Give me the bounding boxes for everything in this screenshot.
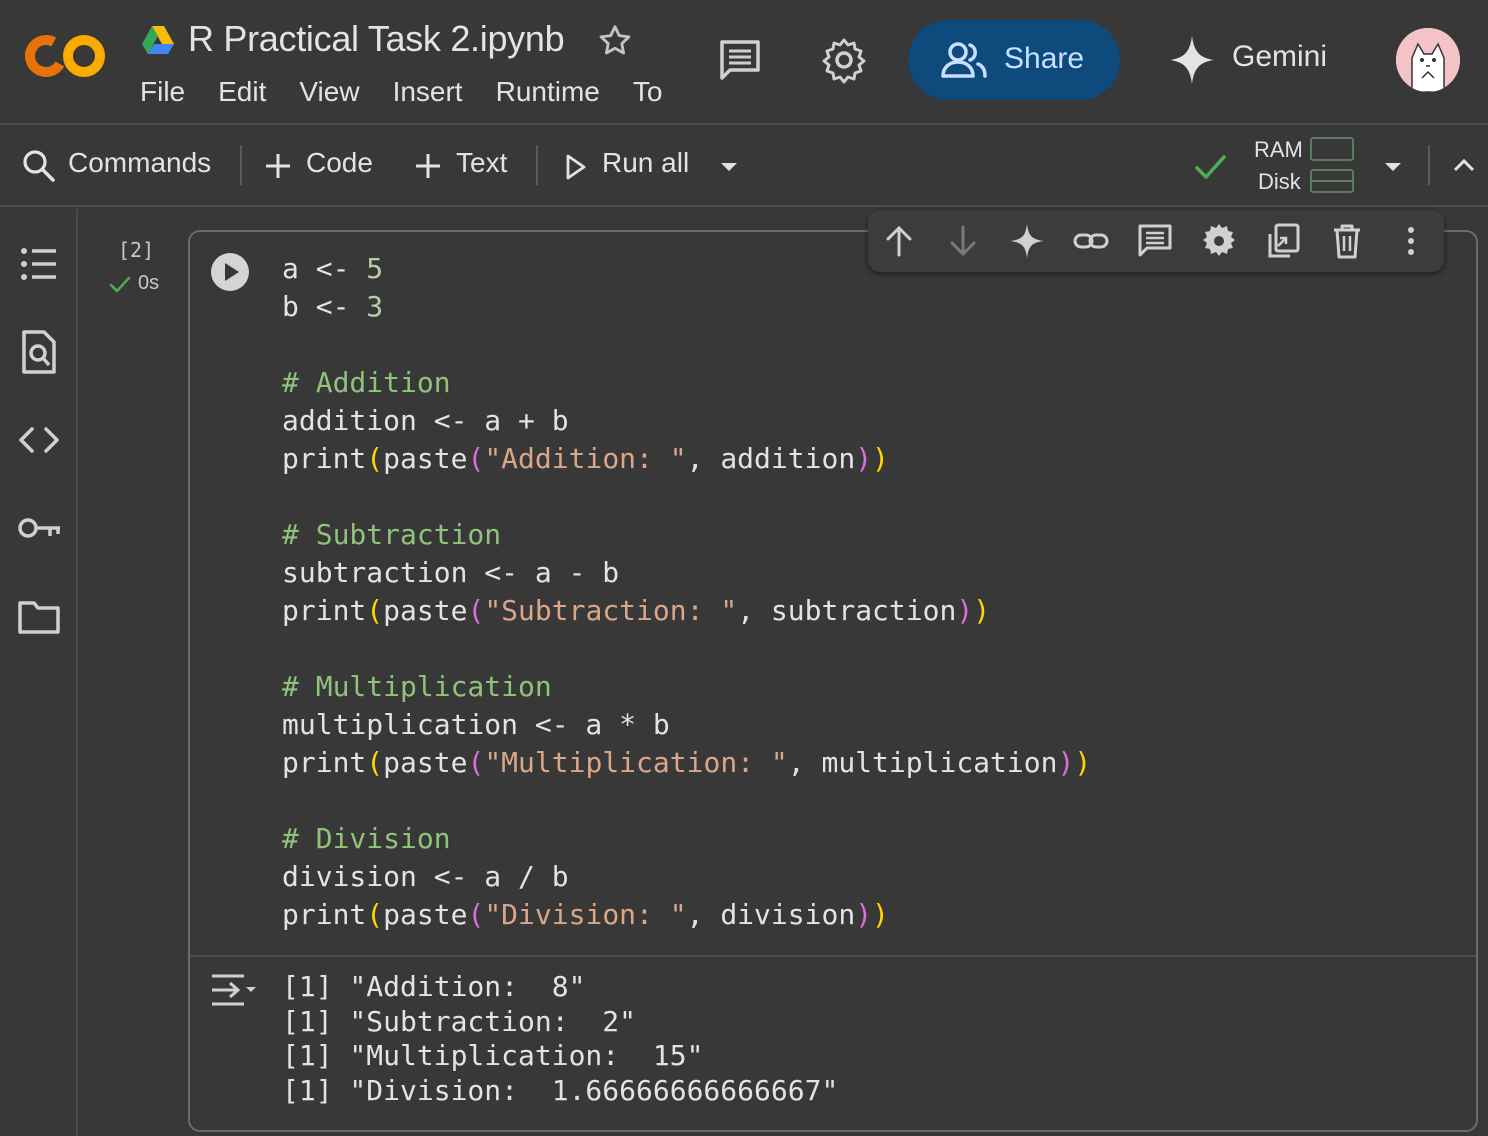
menu-tools[interactable]: To xyxy=(633,76,663,108)
code-line[interactable]: ​ xyxy=(282,630,1091,668)
code-editor[interactable]: a <- 5b <- 3​# Additionaddition <- a + b… xyxy=(282,250,1091,934)
menu-view[interactable]: View xyxy=(299,76,359,108)
toolbar-divider xyxy=(240,145,242,185)
play-outline-icon xyxy=(566,154,586,180)
settings-gear-icon[interactable] xyxy=(820,36,868,84)
disk-meter[interactable] xyxy=(1310,169,1354,193)
menu-insert[interactable]: Insert xyxy=(393,76,463,108)
code-line[interactable]: b <- 3 xyxy=(282,288,1091,326)
cell-output: [1] "Addition: 8" [1] "Subtraction: 2" [1]… xyxy=(282,970,838,1108)
toolbar-divider xyxy=(536,145,538,185)
add-text-button[interactable]: Text xyxy=(456,147,507,179)
comment-icon[interactable] xyxy=(716,36,764,84)
code-line[interactable]: addition <- a + b xyxy=(282,402,1091,440)
gemini-button[interactable]: Gemini xyxy=(1232,40,1327,74)
execution-time-label: 0s xyxy=(138,272,160,294)
code-line[interactable]: print(paste("Subtraction: ", subtraction… xyxy=(282,592,1091,630)
disk-label[interactable]: Disk xyxy=(1258,169,1301,195)
code-line[interactable]: division <- a / b xyxy=(282,858,1091,896)
menu-runtime[interactable]: Runtime xyxy=(496,76,600,108)
star-icon[interactable] xyxy=(596,22,634,60)
search-icon xyxy=(23,150,55,182)
code-line[interactable]: a <- 5 xyxy=(282,250,1091,288)
table-of-contents-icon[interactable] xyxy=(16,241,62,287)
menu-file[interactable]: File xyxy=(140,76,185,108)
app-header: R Practical Task 2.ipynb File Edit View … xyxy=(0,0,1488,125)
output-divider xyxy=(190,955,1476,957)
code-line[interactable]: print(paste("Addition: ", addition)) xyxy=(282,440,1091,478)
code-line[interactable]: print(paste("Division: ", division)) xyxy=(282,896,1091,934)
user-avatar[interactable] xyxy=(1396,28,1460,92)
code-line[interactable]: print(paste("Multiplication: ", multipli… xyxy=(282,744,1091,782)
colab-logo[interactable] xyxy=(24,28,108,84)
plus-icon xyxy=(266,154,290,178)
run-all-button[interactable]: Run all xyxy=(602,147,689,179)
code-line[interactable]: ​ xyxy=(282,326,1091,364)
run-cell-button[interactable] xyxy=(210,252,250,292)
code-line[interactable]: # Multiplication xyxy=(282,668,1091,706)
more-vert-icon[interactable] xyxy=(1392,222,1430,260)
code-line[interactable]: multiplication <- a * b xyxy=(282,706,1091,744)
files-folder-icon[interactable] xyxy=(16,593,62,639)
chevron-up-icon[interactable] xyxy=(1452,155,1476,175)
connected-check-icon[interactable] xyxy=(1192,149,1228,185)
ram-meter[interactable] xyxy=(1310,137,1354,161)
share-button[interactable]: Share xyxy=(908,20,1120,100)
delete-trash-icon[interactable] xyxy=(1328,222,1366,260)
notebook-title[interactable]: R Practical Task 2.ipynb xyxy=(188,18,565,60)
code-line[interactable]: subtraction <- a - b xyxy=(282,554,1091,592)
plus-icon xyxy=(416,154,440,178)
commands-button[interactable]: Commands xyxy=(68,147,211,179)
chevron-down-icon[interactable] xyxy=(1382,157,1404,177)
code-line[interactable]: ​ xyxy=(282,478,1091,516)
share-label: Share xyxy=(1004,42,1085,75)
mirror-cell-icon[interactable] xyxy=(1264,222,1302,260)
output-line: [1] "Multiplication: 15" xyxy=(282,1039,704,1072)
output-line: [1] "Subtraction: 2" xyxy=(282,1004,637,1038)
toolbar-divider xyxy=(1428,145,1430,185)
execution-time: 0s xyxy=(108,272,159,295)
people-icon xyxy=(941,42,987,78)
gemini-sparkle-icon[interactable] xyxy=(1168,34,1216,86)
add-code-button[interactable]: Code xyxy=(306,147,373,179)
ram-label[interactable]: RAM xyxy=(1254,137,1303,163)
menu-edit[interactable]: Edit xyxy=(218,76,266,108)
code-line[interactable]: # Subtraction xyxy=(282,516,1091,554)
output-line: [1] "Division: 1.66666666666667" xyxy=(282,1073,839,1107)
menu-bar: File Edit View Insert Runtime To xyxy=(140,76,695,108)
find-in-page-icon[interactable] xyxy=(16,329,62,375)
notebook-toolbar: Commands Code Text Run all RAM Disk xyxy=(0,127,1488,207)
google-drive-icon[interactable] xyxy=(140,24,176,56)
cell-settings-gear-icon[interactable] xyxy=(1200,222,1238,260)
comment-icon[interactable] xyxy=(1136,222,1174,260)
output-actions-icon[interactable] xyxy=(208,972,256,1008)
output-line: [1] "Addition: 8" xyxy=(282,970,586,1003)
secrets-key-icon[interactable] xyxy=(16,505,62,551)
code-line[interactable]: # Division xyxy=(282,820,1091,858)
code-line[interactable]: ​ xyxy=(282,782,1091,820)
code-line[interactable]: # Addition xyxy=(282,364,1091,402)
cat-avatar-icon xyxy=(1396,28,1460,92)
chevron-down-icon[interactable] xyxy=(718,157,740,177)
left-sidebar xyxy=(0,209,78,1136)
check-icon xyxy=(109,276,131,293)
code-snippets-icon[interactable] xyxy=(16,417,62,463)
execution-count: [2] xyxy=(118,238,155,262)
